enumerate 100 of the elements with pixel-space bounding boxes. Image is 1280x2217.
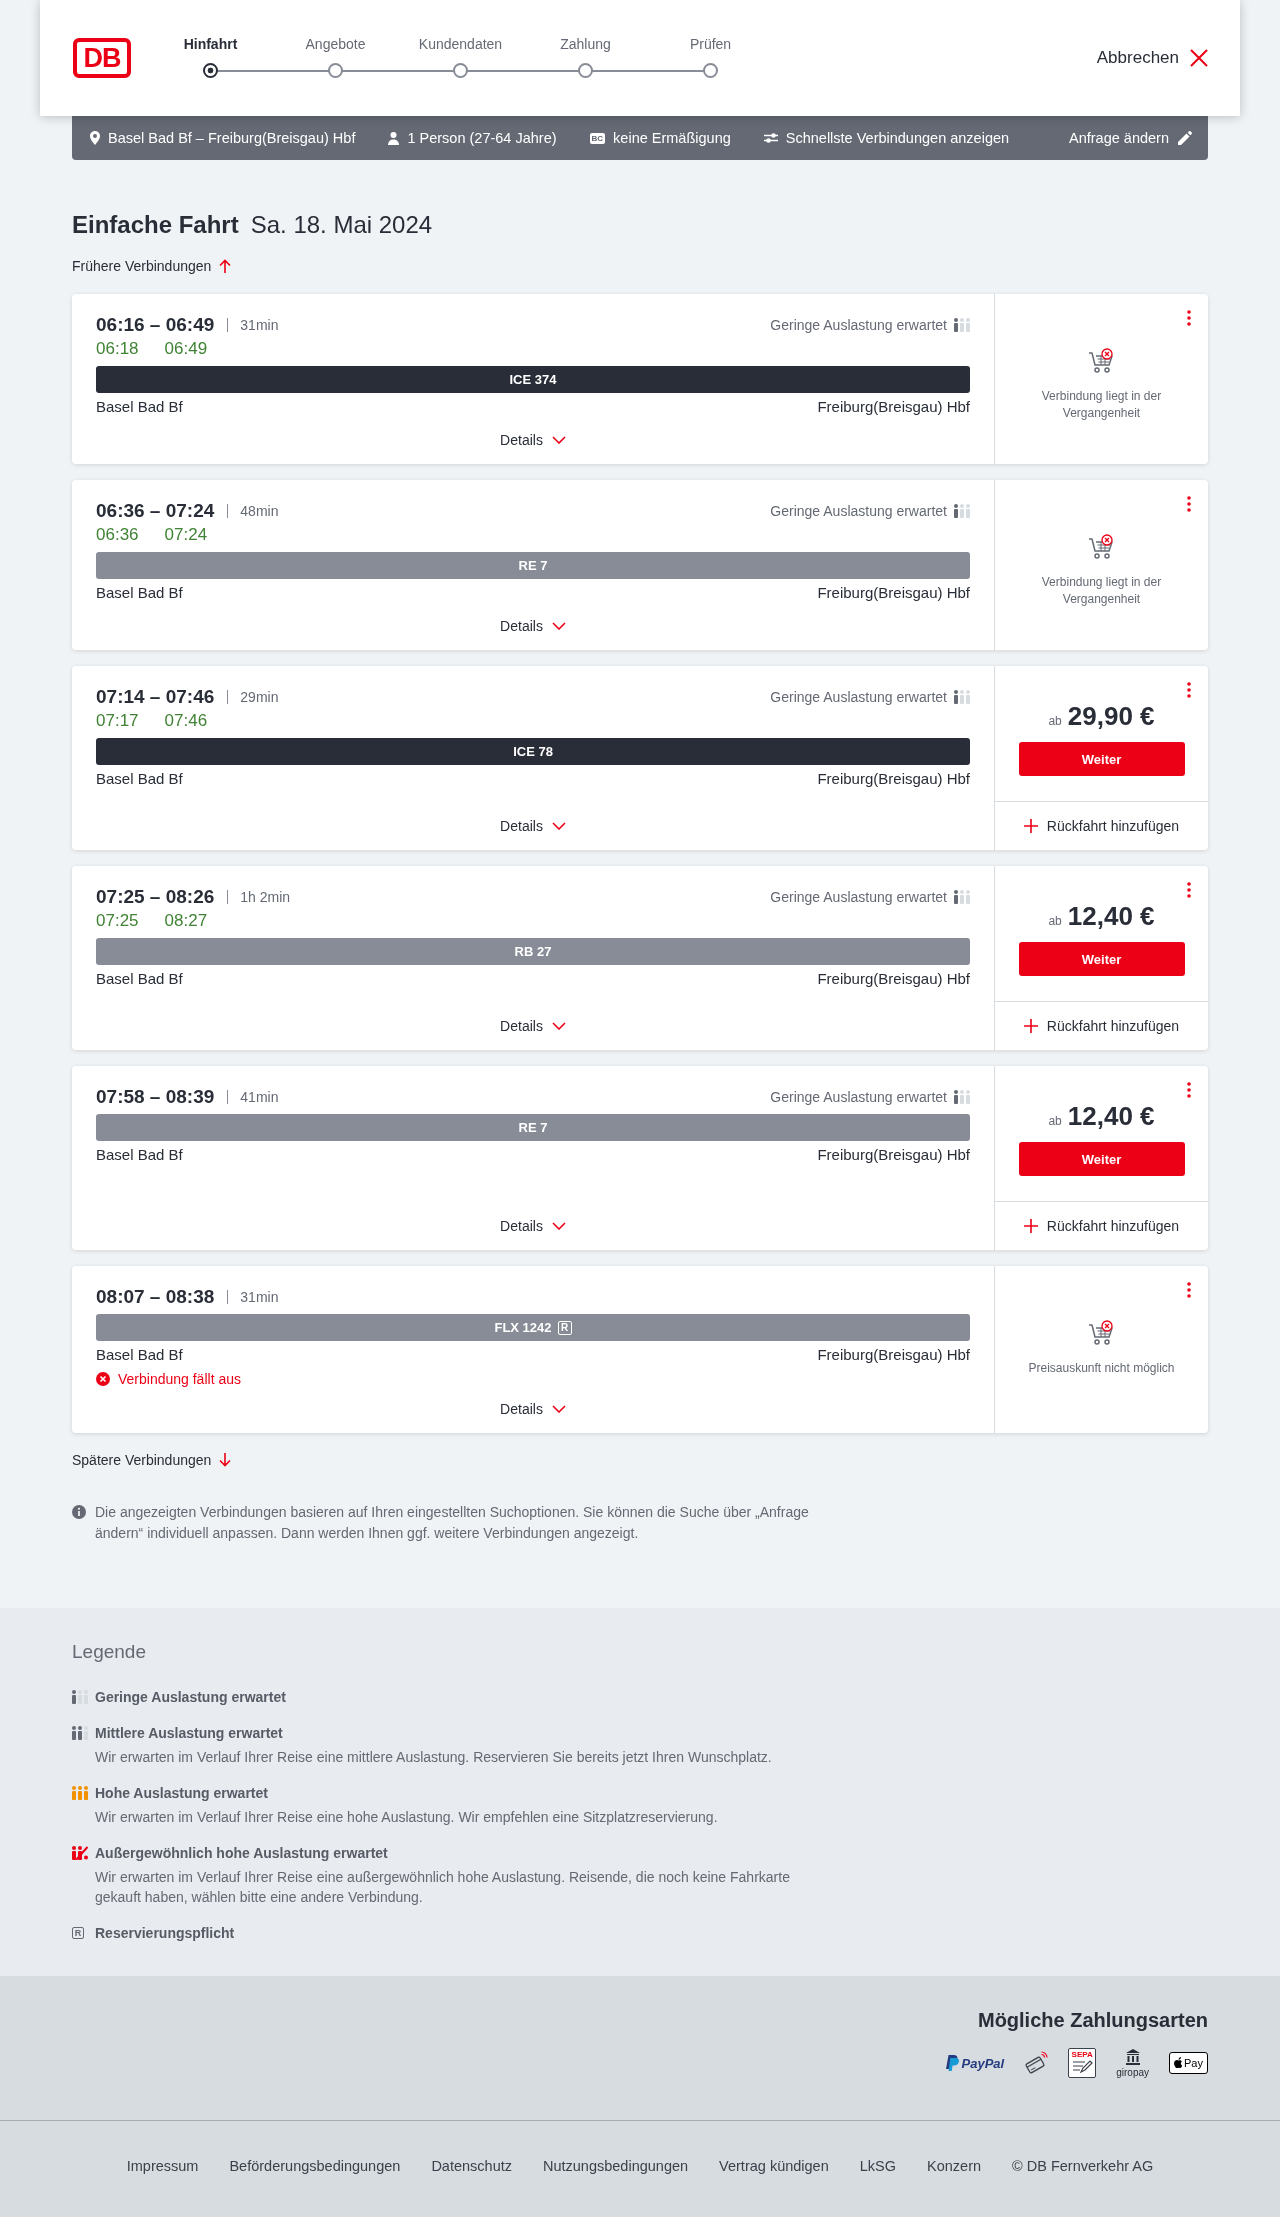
travel-duration: 31min [240, 1289, 279, 1305]
earlier-connections-link[interactable]: Frühere Verbindungen [72, 256, 232, 276]
details-button[interactable]: Details [500, 430, 566, 450]
arrow-down-icon [219, 1453, 232, 1467]
travel-duration: 1h 2min [240, 889, 291, 905]
search-option-text: Schnellste Verbindungen anzeigen [785, 130, 1010, 146]
people-icon [72, 1726, 88, 1740]
people-icon [954, 890, 970, 904]
arrival-station: Freiburg(Breisgau) Hbf [817, 1345, 970, 1365]
occupancy-label: Geringe Auslastung erwartet [770, 1089, 947, 1105]
details-button[interactable]: Details [500, 1399, 566, 1419]
legend-item-title: Hohe Auslastung erwartet [95, 1784, 268, 1803]
contactless-card-icon [1024, 2051, 1049, 2075]
footer-link[interactable]: Impressum [126, 2156, 199, 2176]
travel-date: Sa. 18. Mai 2024 [250, 210, 433, 240]
people-icon [954, 504, 970, 518]
footer-link[interactable]: LkSG [859, 2156, 896, 2176]
footer-link[interactable]: Nutzungsbedingungen [543, 2156, 689, 2176]
realtime-time: 06:36 [96, 524, 139, 546]
realtime-time: 06:49 [164, 338, 208, 360]
more-options-icon[interactable] [1187, 882, 1191, 898]
occupancy-label: Geringe Auslastung erwartet [770, 889, 947, 905]
arrival-station: Freiburg(Breisgau) Hbf [817, 769, 970, 789]
cart-unavailable-icon [1087, 1320, 1116, 1346]
chevron-down-icon [551, 1022, 566, 1030]
arrival-station: Freiburg(Breisgau) Hbf [817, 583, 970, 603]
people-icon [72, 1786, 88, 1800]
paypal-logo: PayPal [945, 2055, 1005, 2071]
add-return-trip-button[interactable]: Rückfahrt hinzufügen [1023, 1016, 1180, 1036]
cart-unavailable-icon [1087, 348, 1116, 374]
details-button[interactable]: Details [500, 616, 566, 636]
chevron-down-icon [551, 436, 566, 444]
apple-pay-logo: Pay [1169, 2052, 1208, 2074]
details-button[interactable]: Details [500, 1016, 566, 1036]
discount-badge: BC [589, 132, 606, 144]
departure-station: Basel Bad Bf [96, 1345, 183, 1365]
person-icon [388, 131, 400, 145]
step-label: Zahlung [560, 35, 611, 54]
discount-text: keine Ermäßigung [613, 130, 731, 146]
later-connections-link[interactable]: Spätere Verbindungen [72, 1450, 232, 1470]
connection-times: 06:16 – 06:49 [96, 314, 215, 336]
offer-message: Verbindung liegt in der Vergangenheit [1040, 388, 1163, 422]
price: 29,90 € [1067, 700, 1155, 732]
connection-times: 07:14 – 07:46 [96, 686, 215, 708]
footer-link[interactable]: © DB Fernverkehr AG [1012, 2156, 1154, 2176]
pencil-icon [1178, 131, 1192, 145]
realtime-time: 07:17 [96, 710, 139, 732]
connection-times: 06:36 – 07:24 [96, 500, 215, 522]
continue-button[interactable]: Weiter [1018, 1142, 1185, 1176]
add-return-trip-button[interactable]: Rückfahrt hinzufügen [1023, 816, 1180, 836]
edit-request-button[interactable]: Anfrage ändern [1069, 130, 1192, 146]
arrival-station: Freiburg(Breisgau) Hbf [817, 969, 970, 989]
page-title: Einfache Fahrt [72, 210, 239, 240]
info-note: Die angezeigten Verbindungen basieren auf Ihren eingestellten Suchoptionen. Sie können die Suche über „Anfrage ändern“ individuell anpassen. Dann werden Ihnen ggf. weitere Verbindungen angezeigt. [95, 1503, 810, 1543]
train-name: RE 7 [518, 558, 548, 573]
logo[interactable]: DB [73, 38, 131, 78]
legend-title: Legende [72, 1640, 146, 1664]
more-options-icon[interactable] [1187, 682, 1191, 698]
occupancy-label: Geringe Auslastung erwartet [770, 689, 947, 705]
footer-link[interactable]: Vertrag kündigen [719, 2156, 829, 2176]
sliders-icon [763, 133, 778, 143]
departure-station: Basel Bad Bf [96, 397, 183, 417]
sepa-logo: SEPA [1068, 2048, 1097, 2078]
footer-link[interactable]: Beförderungsbedingungen [229, 2156, 401, 2176]
more-options-icon[interactable] [1187, 496, 1191, 512]
step-label: Angebote [305, 35, 366, 54]
details-button[interactable]: Details [500, 1216, 566, 1236]
departure-station: Basel Bad Bf [96, 583, 183, 603]
error-icon [96, 1372, 110, 1386]
plus-icon [1023, 819, 1038, 833]
cancel-button[interactable]: Abbrechen [1096, 48, 1208, 68]
price-prefix: ab [1048, 1114, 1062, 1128]
more-options-icon[interactable] [1187, 310, 1191, 326]
footer-link[interactable]: Konzern [927, 2156, 982, 2176]
price-prefix: ab [1048, 914, 1062, 928]
legend-item-title: Außergewöhnlich hohe Auslastung erwartet [95, 1844, 388, 1863]
legend-item-title: Reservierungspflicht [95, 1924, 235, 1943]
price: 12,40 € [1067, 1100, 1155, 1132]
travel-duration: 29min [240, 689, 279, 705]
people-icon [954, 1090, 970, 1104]
details-button[interactable]: Details [500, 816, 566, 836]
footer-link[interactable]: Datenschutz [431, 2156, 512, 2176]
more-options-icon[interactable] [1187, 1082, 1191, 1098]
departure-station: Basel Bad Bf [96, 1145, 183, 1165]
chevron-down-icon [551, 822, 566, 830]
continue-button[interactable]: Weiter [1018, 942, 1185, 976]
continue-button[interactable]: Weiter [1018, 742, 1185, 776]
occupancy-label: Geringe Auslastung erwartet [770, 503, 947, 519]
location-pin-icon [90, 131, 100, 145]
arrow-up-icon [219, 259, 232, 273]
giropay-logo: giropay [1116, 2048, 1150, 2078]
connection-times: 08:07 – 08:38 [96, 1286, 215, 1308]
add-return-trip-button[interactable]: Rückfahrt hinzufügen [1023, 1216, 1180, 1236]
train-name: ICE 374 [509, 372, 557, 387]
realtime-time: 06:18 [96, 338, 139, 360]
departure-station: Basel Bad Bf [96, 969, 183, 989]
cart-unavailable-icon [1087, 534, 1116, 560]
train-name: FLX 1242 [494, 1320, 552, 1335]
arrival-station: Freiburg(Breisgau) Hbf [817, 1145, 970, 1165]
more-options-icon[interactable] [1187, 1282, 1191, 1298]
